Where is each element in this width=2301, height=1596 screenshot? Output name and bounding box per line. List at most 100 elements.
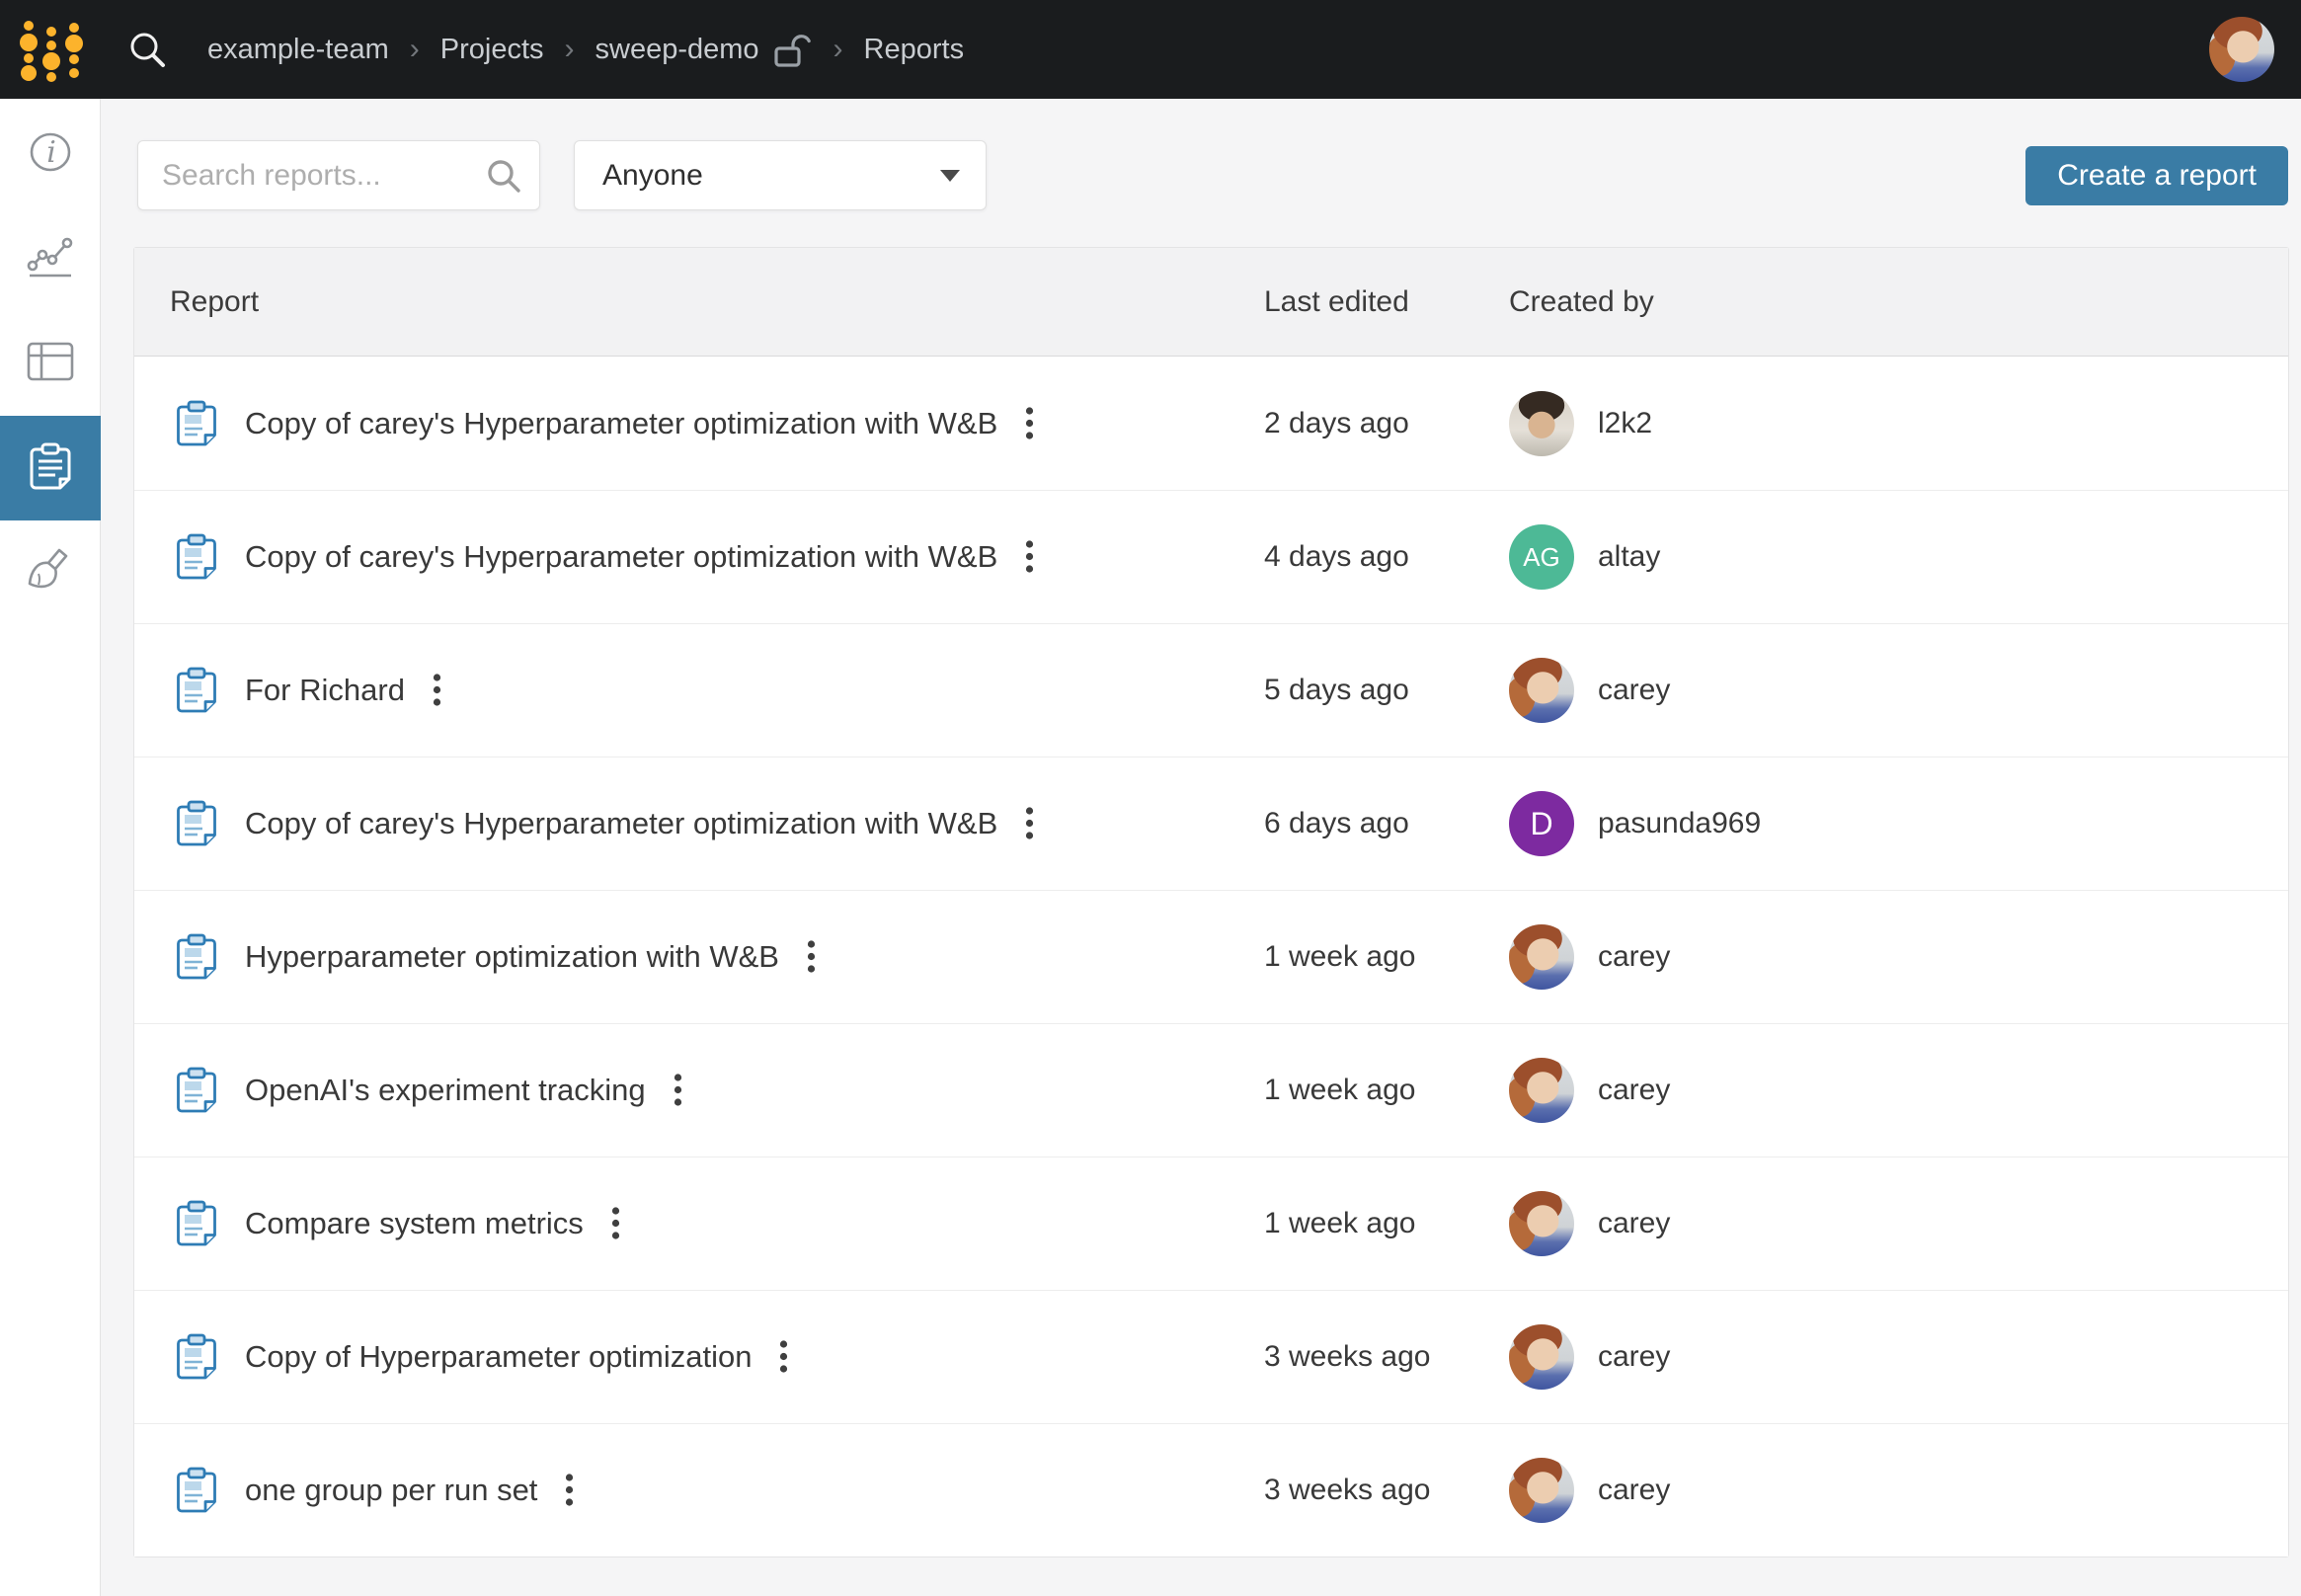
creator-name: carey: [1598, 1074, 1670, 1107]
table-body: Copy of carey's Hyperparameter optimizat…: [134, 357, 2288, 1556]
breadcrumb-separator: ›: [565, 33, 575, 66]
report-clipboard-icon: [176, 532, 217, 582]
last-edited-value: 3 weeks ago: [1264, 1340, 1509, 1374]
search-icon[interactable]: [126, 29, 168, 70]
sidebar-item-charts[interactable]: [0, 206, 101, 311]
report-clipboard-icon: [176, 1466, 217, 1515]
breadcrumb-team[interactable]: example-team: [207, 34, 389, 66]
info-icon: i: [28, 129, 73, 180]
kebab-menu-icon[interactable]: [1019, 402, 1040, 445]
breadcrumb-page[interactable]: Reports: [864, 34, 965, 66]
report-title-link[interactable]: For Richard: [245, 673, 405, 708]
report-title-link[interactable]: one group per run set: [245, 1473, 537, 1508]
reports-table: Report Last edited Created by Copy of ca…: [133, 247, 2289, 1557]
search-reports-input[interactable]: [137, 140, 540, 210]
kebab-menu-icon[interactable]: [427, 669, 447, 712]
table-row: Compare system metrics 1 week ago carey: [134, 1157, 2288, 1290]
creator-avatar[interactable]: [1509, 1058, 1574, 1123]
report-clipboard-icon: [176, 399, 217, 448]
creator-avatar[interactable]: [1509, 658, 1574, 723]
creator-avatar[interactable]: [1509, 1191, 1574, 1256]
sidebar-item-sweeps[interactable]: [0, 520, 101, 625]
kebab-menu-icon[interactable]: [1019, 535, 1040, 579]
kebab-menu-icon[interactable]: [668, 1069, 688, 1112]
main-content: Anyone Create a report Report Last edite…: [101, 99, 2301, 1596]
creator-name: l2k2: [1598, 407, 1652, 440]
table-row: one group per run set 3 weeks ago carey: [134, 1423, 2288, 1556]
last-edited-value: 4 days ago: [1264, 540, 1509, 574]
report-clipboard-icon: [176, 1199, 217, 1248]
creator-avatar[interactable]: [1509, 391, 1574, 456]
report-title-link[interactable]: Copy of Hyperparameter optimization: [245, 1339, 752, 1375]
last-edited-value: 1 week ago: [1264, 1074, 1509, 1107]
svg-text:i: i: [46, 135, 56, 170]
column-header-report: Report: [170, 285, 1264, 319]
search-icon: [485, 157, 522, 200]
creator-name: carey: [1598, 1207, 1670, 1240]
table-row: Hyperparameter optimization with W&B 1 w…: [134, 890, 2288, 1023]
breadcrumb-projects[interactable]: Projects: [440, 34, 544, 66]
top-bar: example-team › Projects › sweep-demo › R…: [0, 0, 2301, 99]
breadcrumb-project[interactable]: sweep-demo: [595, 34, 759, 66]
report-clipboard-icon: [176, 666, 217, 715]
table-row: For Richard 5 days ago carey: [134, 623, 2288, 757]
kebab-menu-icon[interactable]: [605, 1202, 626, 1245]
left-sidebar: i: [0, 99, 101, 1596]
create-report-button[interactable]: Create a report: [2025, 146, 2288, 205]
sidebar-item-reports[interactable]: [0, 416, 101, 520]
breadcrumb: example-team › Projects › sweep-demo › R…: [207, 30, 964, 69]
creator-name: carey: [1598, 1340, 1670, 1374]
table-row: Copy of carey's Hyperparameter optimizat…: [134, 357, 2288, 490]
kebab-menu-icon[interactable]: [1019, 802, 1040, 845]
report-clipboard-icon: [176, 1066, 217, 1115]
last-edited-value: 6 days ago: [1264, 807, 1509, 840]
sidebar-item-overview[interactable]: i: [0, 102, 101, 206]
creator-name: carey: [1598, 1474, 1670, 1507]
breadcrumb-separator: ›: [410, 33, 420, 66]
sidebar-item-table[interactable]: [0, 311, 101, 416]
report-title-link[interactable]: Copy of carey's Hyperparameter optimizat…: [245, 806, 997, 841]
creator-filter-value: Anyone: [602, 159, 703, 193]
last-edited-value: 2 days ago: [1264, 407, 1509, 440]
report-clipboard-icon: [176, 799, 217, 848]
last-edited-value: 1 week ago: [1264, 940, 1509, 974]
creator-avatar[interactable]: [1509, 1458, 1574, 1523]
creator-name: pasunda969: [1598, 807, 1761, 840]
creator-avatar[interactable]: [1509, 1324, 1574, 1390]
kebab-menu-icon[interactable]: [801, 935, 822, 979]
creator-avatar[interactable]: [1509, 924, 1574, 990]
kebab-menu-icon[interactable]: [773, 1335, 794, 1379]
report-title-link[interactable]: Hyperparameter optimization with W&B: [245, 939, 779, 975]
report-clipboard-icon: [176, 1332, 217, 1382]
controls-row: Anyone Create a report: [101, 99, 2301, 210]
wandb-dots-logo[interactable]: [0, 0, 103, 99]
table-header-row: Report Last edited Created by: [134, 248, 2288, 357]
reports-clipboard-icon: [29, 440, 72, 497]
table-icon: [26, 341, 75, 387]
table-row: Copy of carey's Hyperparameter optimizat…: [134, 490, 2288, 623]
last-edited-value: 1 week ago: [1264, 1207, 1509, 1240]
sweeps-broom-icon: [26, 546, 75, 600]
table-row: Copy of Hyperparameter optimization 3 we…: [134, 1290, 2288, 1423]
creator-avatar[interactable]: D: [1509, 791, 1574, 856]
last-edited-value: 5 days ago: [1264, 674, 1509, 707]
report-title-link[interactable]: Copy of carey's Hyperparameter optimizat…: [245, 539, 997, 575]
last-edited-value: 3 weeks ago: [1264, 1474, 1509, 1507]
table-row: Copy of carey's Hyperparameter optimizat…: [134, 757, 2288, 890]
report-title-link[interactable]: Compare system metrics: [245, 1206, 584, 1241]
report-title-link[interactable]: OpenAI's experiment tracking: [245, 1073, 646, 1108]
table-row: OpenAI's experiment tracking 1 week ago …: [134, 1023, 2288, 1157]
kebab-menu-icon[interactable]: [559, 1469, 580, 1512]
unlocked-icon: [773, 34, 813, 69]
creator-avatar[interactable]: AG: [1509, 524, 1574, 590]
report-clipboard-icon: [176, 932, 217, 982]
column-header-created-by: Created by: [1509, 285, 2288, 319]
column-header-last-edited: Last edited: [1264, 285, 1509, 319]
chevron-down-icon: [940, 170, 960, 182]
report-title-link[interactable]: Copy of carey's Hyperparameter optimizat…: [245, 406, 997, 441]
creator-filter-dropdown[interactable]: Anyone: [574, 140, 987, 210]
user-avatar[interactable]: [2209, 17, 2274, 82]
breadcrumb-separator: ›: [833, 33, 843, 66]
creator-name: carey: [1598, 940, 1670, 974]
line-chart-icon: [26, 234, 75, 284]
